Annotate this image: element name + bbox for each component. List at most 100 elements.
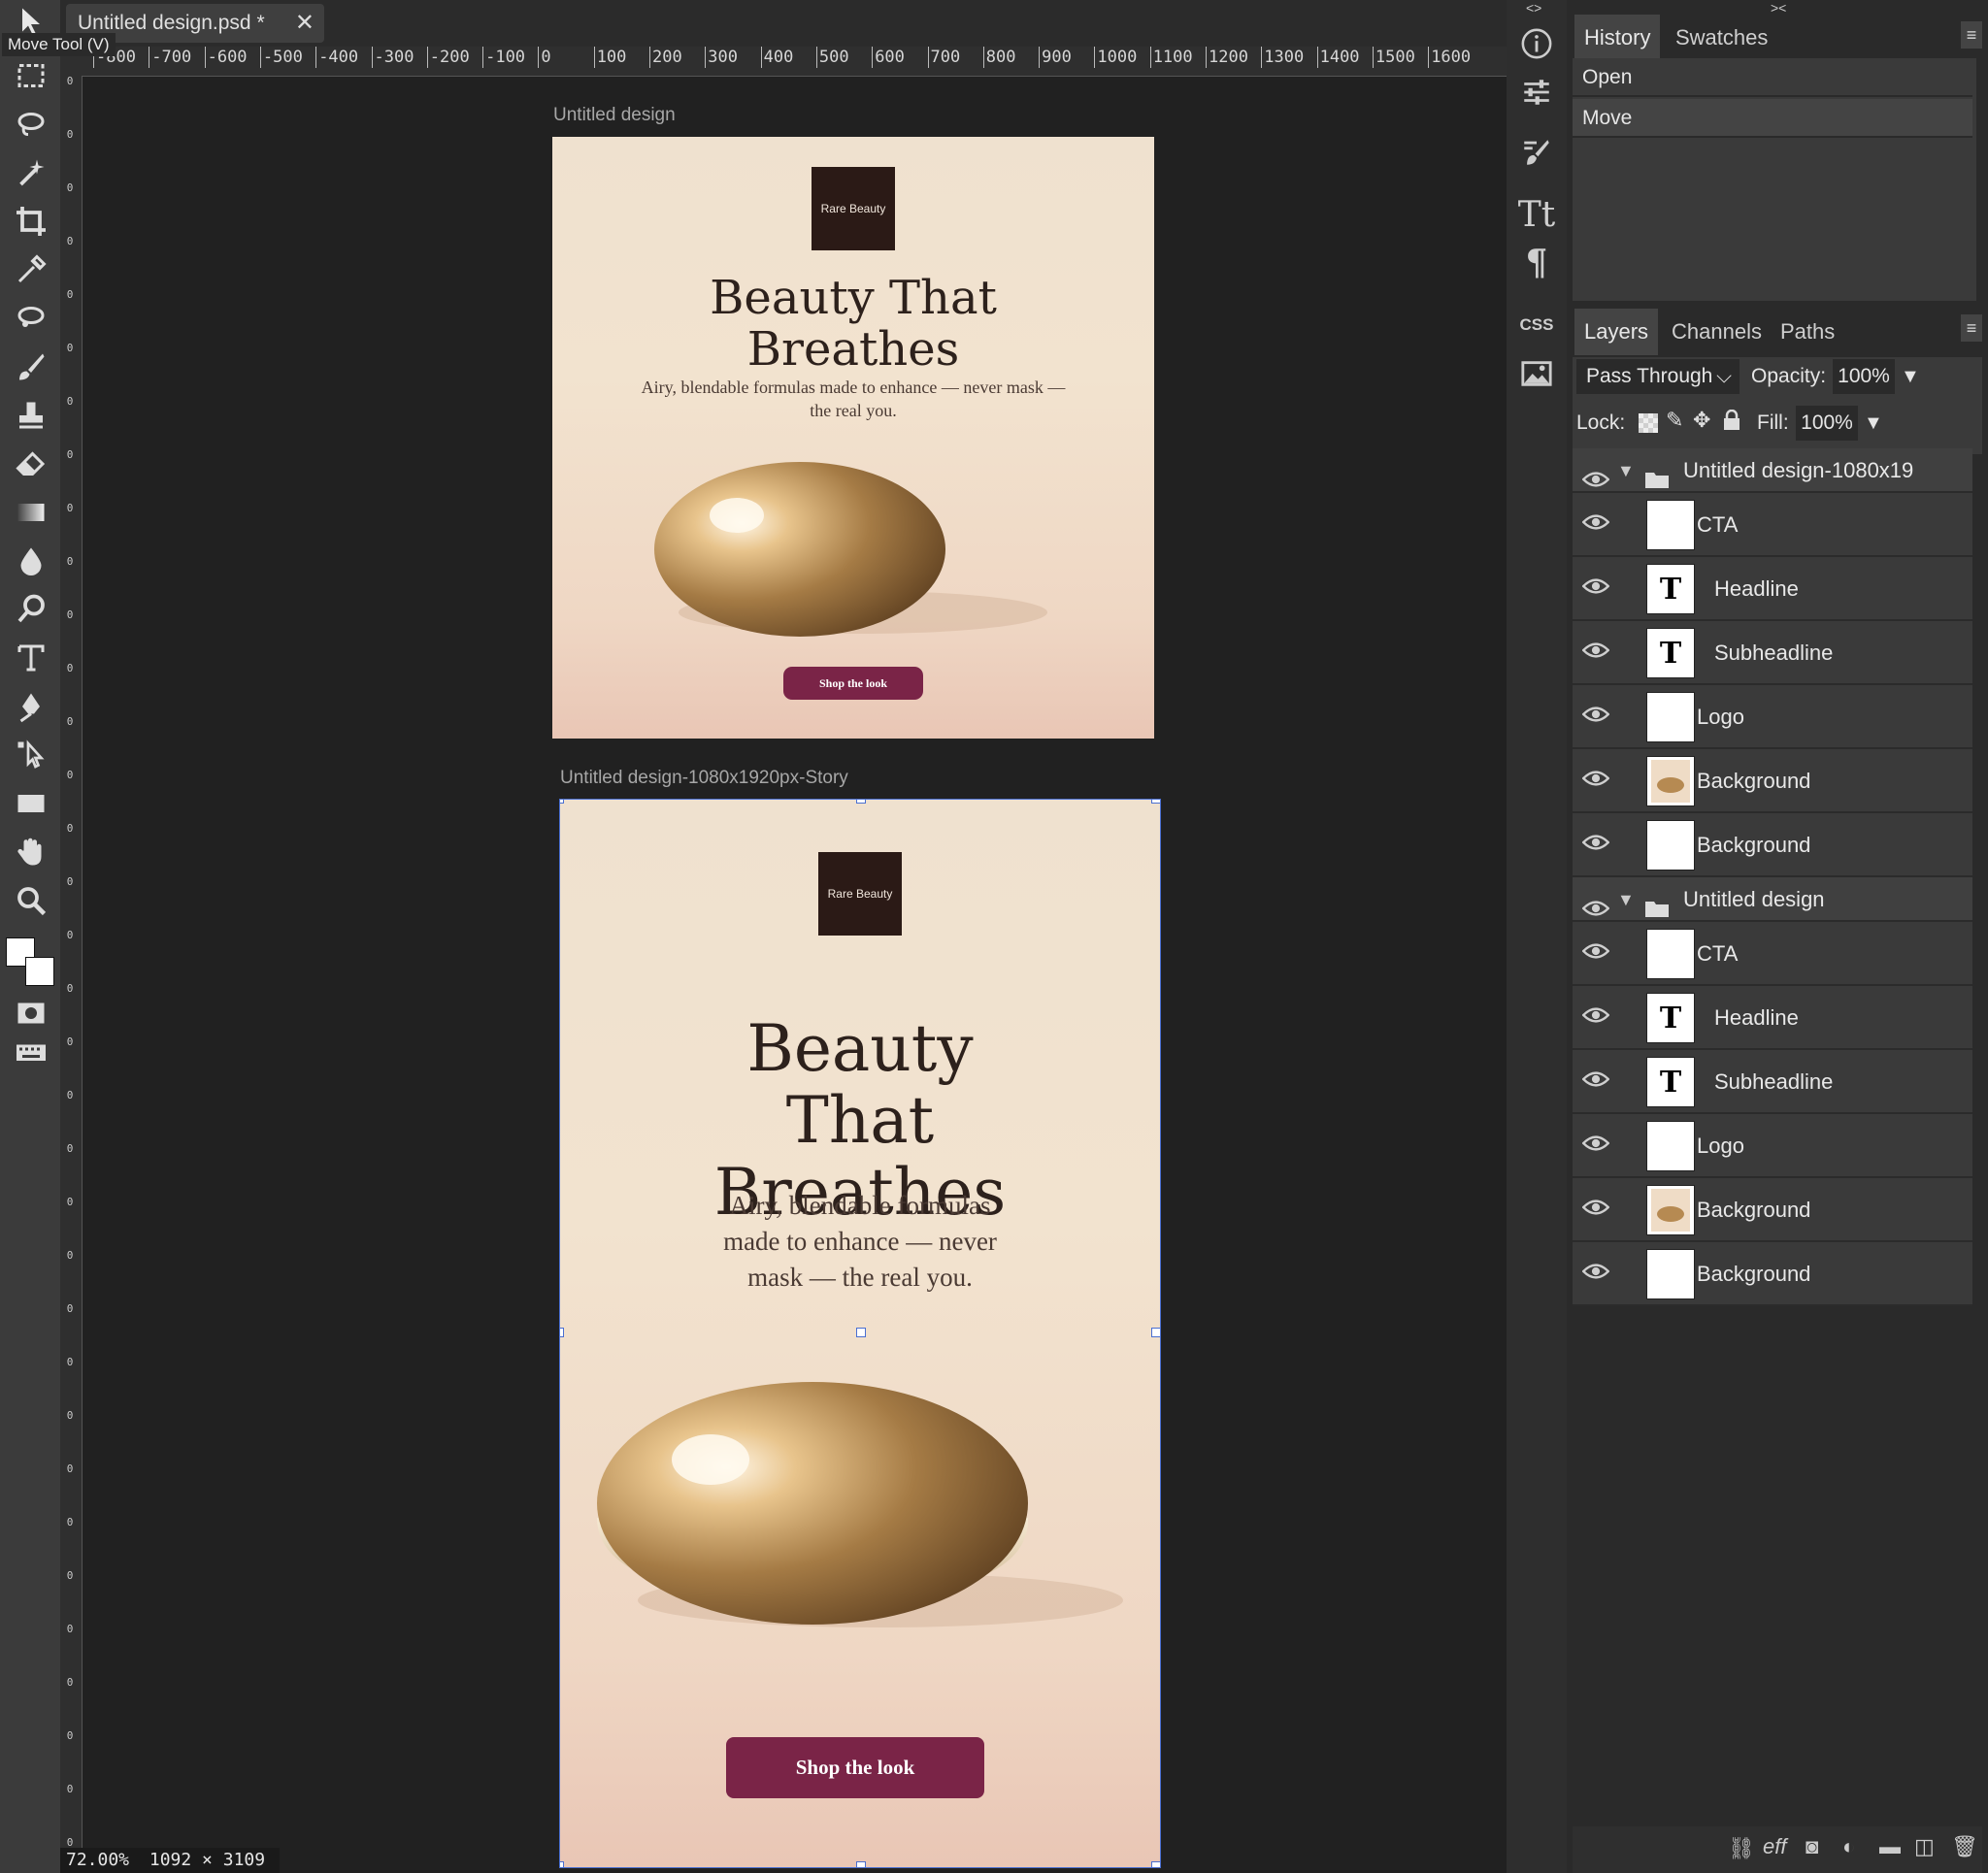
artboard-story[interactable]: Rare Beauty Beauty That Breathes Airy, b…	[559, 799, 1161, 1868]
layer-row[interactable]: Background	[1573, 813, 1972, 877]
rectangle-tool-icon[interactable]	[8, 782, 54, 825]
transform-handle[interactable]	[856, 1328, 866, 1337]
ruler-tick: 0	[66, 662, 74, 674]
opacity-dropdown-icon[interactable]: ▼	[1901, 359, 1920, 394]
info-icon[interactable]	[1510, 19, 1563, 68]
history-item[interactable]: Move	[1573, 99, 1972, 138]
stamp-tool-icon[interactable]	[8, 394, 54, 437]
cta-button[interactable]: Shop the look	[726, 1737, 984, 1798]
dodge-tool-icon[interactable]	[8, 588, 54, 631]
new-group-icon[interactable]: ▬	[1879, 1834, 1901, 1859]
tab-paths[interactable]: Paths	[1771, 309, 1844, 355]
blur-tool-icon[interactable]	[8, 540, 54, 582]
crop-tool-icon[interactable]	[8, 200, 54, 243]
fill-input[interactable]: 100%	[1796, 406, 1858, 441]
panel-menu-icon[interactable]: ≡	[1961, 314, 1982, 342]
chevron-down-icon[interactable]: ▼	[1617, 877, 1635, 922]
visibility-eye-icon[interactable]	[1581, 1005, 1610, 1029]
layer-row[interactable]: Logo	[1573, 685, 1972, 749]
layer-row[interactable]: CTA	[1573, 493, 1972, 557]
css-icon[interactable]: CSS	[1510, 301, 1563, 349]
brush-tool-icon[interactable]	[8, 345, 54, 388]
layer-row[interactable]: Background	[1573, 1178, 1972, 1242]
delete-icon[interactable]: 🗑	[1951, 1834, 1978, 1859]
transform-handle[interactable]	[560, 1328, 564, 1337]
layer-row[interactable]: T Headline	[1573, 986, 1972, 1050]
paragraph-icon[interactable]: ¶	[1510, 239, 1563, 287]
artboard-label[interactable]: Untitled design-1080x1920px-Story	[560, 768, 848, 789]
layer-row[interactable]: Logo	[1573, 1114, 1972, 1178]
transform-handle[interactable]	[1151, 1328, 1160, 1337]
transform-handle[interactable]	[1151, 1861, 1160, 1867]
marquee-tool-icon[interactable]	[8, 54, 54, 97]
eraser-tool-icon[interactable]	[8, 443, 54, 485]
visibility-eye-icon[interactable]	[1581, 512, 1610, 536]
image-icon[interactable]	[1510, 349, 1563, 398]
chevron-down-icon[interactable]: ▼	[1617, 448, 1635, 493]
effects-icon[interactable]: eff	[1763, 1834, 1786, 1859]
layer-row[interactable]: T Headline	[1573, 557, 1972, 621]
transform-handle[interactable]	[856, 1861, 866, 1867]
keyboard-icon[interactable]	[8, 1031, 54, 1073]
layer-row[interactable]: Background	[1573, 749, 1972, 813]
adjustment-layer-icon[interactable]: ◐	[1842, 1834, 1855, 1859]
visibility-eye-icon[interactable]	[1581, 641, 1610, 664]
collapse-icon[interactable]: ><	[1771, 0, 1786, 16]
layer-row[interactable]: Background	[1573, 1242, 1972, 1306]
visibility-eye-icon[interactable]	[1581, 769, 1610, 792]
link-icon[interactable]: ⛓	[1728, 1836, 1755, 1861]
panel-menu-icon[interactable]: ≡	[1961, 21, 1982, 49]
quick-mask-icon[interactable]	[8, 992, 54, 1035]
layer-group[interactable]: ▼ Untitled design	[1573, 877, 1972, 922]
tab-swatches[interactable]: Swatches	[1666, 15, 1777, 61]
healing-tool-icon[interactable]	[8, 297, 54, 340]
visibility-eye-icon[interactable]	[1581, 1134, 1610, 1157]
adjustments-icon[interactable]	[1510, 68, 1563, 116]
artboard-square[interactable]: Rare Beauty Beauty That Breathes Airy, b…	[552, 137, 1154, 739]
pen-tool-icon[interactable]	[8, 685, 54, 728]
layer-group[interactable]: ▼ Untitled design-1080x19	[1573, 448, 1972, 493]
tab-layers[interactable]: Layers	[1574, 309, 1659, 355]
blend-mode-select[interactable]: Pass Through ⌵	[1576, 359, 1740, 394]
type-tool-icon[interactable]	[8, 637, 54, 679]
zoom-tool-icon[interactable]	[8, 879, 54, 922]
background-color-swatch[interactable]	[25, 957, 54, 986]
brush-settings-icon[interactable]	[1510, 128, 1563, 177]
lasso-tool-icon[interactable]	[8, 103, 54, 146]
tab-channels[interactable]: Channels	[1662, 309, 1772, 355]
hand-tool-icon[interactable]	[8, 831, 54, 873]
artboard-label[interactable]: Untitled design	[553, 105, 676, 126]
lock-paint-icon[interactable]: ✎	[1666, 408, 1683, 433]
lock-all-icon[interactable]	[1722, 409, 1741, 436]
visibility-eye-icon[interactable]	[1581, 1069, 1610, 1093]
layer-row[interactable]: T Subheadline	[1573, 621, 1972, 685]
mask-icon[interactable]: ◙	[1806, 1834, 1818, 1859]
layer-row[interactable]: CTA	[1573, 922, 1972, 986]
transform-handle[interactable]	[560, 1861, 564, 1867]
transform-handle[interactable]	[856, 800, 866, 804]
visibility-eye-icon[interactable]	[1581, 1262, 1610, 1285]
visibility-eye-icon[interactable]	[1581, 576, 1610, 600]
expand-icon[interactable]: <>	[1526, 0, 1541, 16]
lock-transparency-icon[interactable]	[1639, 413, 1658, 433]
transform-handle[interactable]	[1151, 800, 1160, 804]
path-select-icon[interactable]	[8, 734, 54, 776]
visibility-eye-icon[interactable]	[1581, 941, 1610, 965]
visibility-eye-icon[interactable]	[1581, 705, 1610, 728]
history-item[interactable]: Open	[1573, 58, 1972, 97]
cta-button[interactable]: Shop the look	[783, 667, 923, 700]
opacity-input[interactable]: 100%	[1833, 359, 1895, 394]
visibility-eye-icon[interactable]	[1581, 1198, 1610, 1221]
character-icon[interactable]: Tt	[1510, 190, 1563, 239]
transform-handle[interactable]	[560, 800, 564, 804]
lock-move-icon[interactable]: ✥	[1693, 408, 1710, 433]
gradient-tool-icon[interactable]	[8, 491, 54, 534]
new-layer-icon[interactable]: ◫	[1914, 1834, 1935, 1859]
close-icon[interactable]: ✕	[295, 4, 315, 43]
layer-row[interactable]: T Subheadline	[1573, 1050, 1972, 1114]
magic-wand-icon[interactable]	[8, 151, 54, 194]
fill-dropdown-icon[interactable]: ▼	[1864, 406, 1883, 441]
tab-history[interactable]: History	[1574, 15, 1661, 61]
eyedropper-icon[interactable]	[8, 248, 54, 291]
visibility-eye-icon[interactable]	[1581, 833, 1610, 856]
